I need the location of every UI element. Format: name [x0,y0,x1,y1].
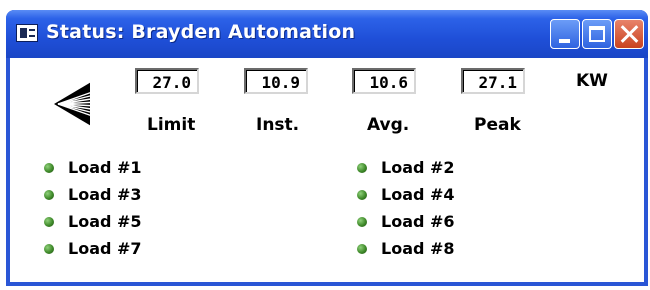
minimize-button[interactable] [550,19,580,49]
load-3-label: Load #3 [68,185,142,204]
avg-value-field: 10.6 [352,68,416,94]
limit-value: 27.0 [152,73,191,92]
unit-label: KW [576,71,608,91]
inst-label: Inst. [256,115,300,135]
limit-label: Limit [147,115,196,135]
load-8-label: Load #8 [381,239,455,258]
status-dot-icon [357,217,367,227]
load-4-label: Load #4 [381,185,455,204]
peak-value: 27.1 [478,73,517,92]
load-5-label: Load #5 [68,212,142,231]
close-icon [619,21,639,47]
maximize-icon [589,26,605,42]
limit-value-field: 27.0 [135,68,199,94]
brayden-logo-icon [54,78,100,130]
avg-value: 10.6 [369,73,408,92]
avg-label: Avg. [367,115,410,135]
status-dot-icon [44,163,54,173]
inst-value: 10.9 [261,73,300,92]
status-dot-icon [44,244,54,254]
load-7-label: Load #7 [68,239,142,258]
minimize-icon [559,39,570,43]
close-button[interactable] [614,19,644,49]
peak-label: Peak [474,115,521,135]
status-dot-icon [357,163,367,173]
status-dot-icon [357,244,367,254]
status-dot-icon [44,217,54,227]
inst-value-field: 10.9 [244,68,308,94]
window-app-icon[interactable] [16,24,38,42]
load-1-label: Load #1 [68,158,142,177]
load-6-label: Load #6 [381,212,455,231]
status-dot-icon [357,190,367,200]
window-title: Status: Brayden Automation [46,21,356,43]
status-panel: 27.0 10.9 10.6 27.1 KW Limit Inst. Avg. … [10,58,644,282]
peak-value-field: 27.1 [461,68,525,94]
status-dot-icon [44,190,54,200]
title-bar[interactable]: Status: Brayden Automation [6,10,648,58]
load-2-label: Load #2 [381,158,455,177]
status-window: Status: Brayden Automation 27.0 10.9 10.… [6,10,648,286]
maximize-button[interactable] [582,19,612,49]
